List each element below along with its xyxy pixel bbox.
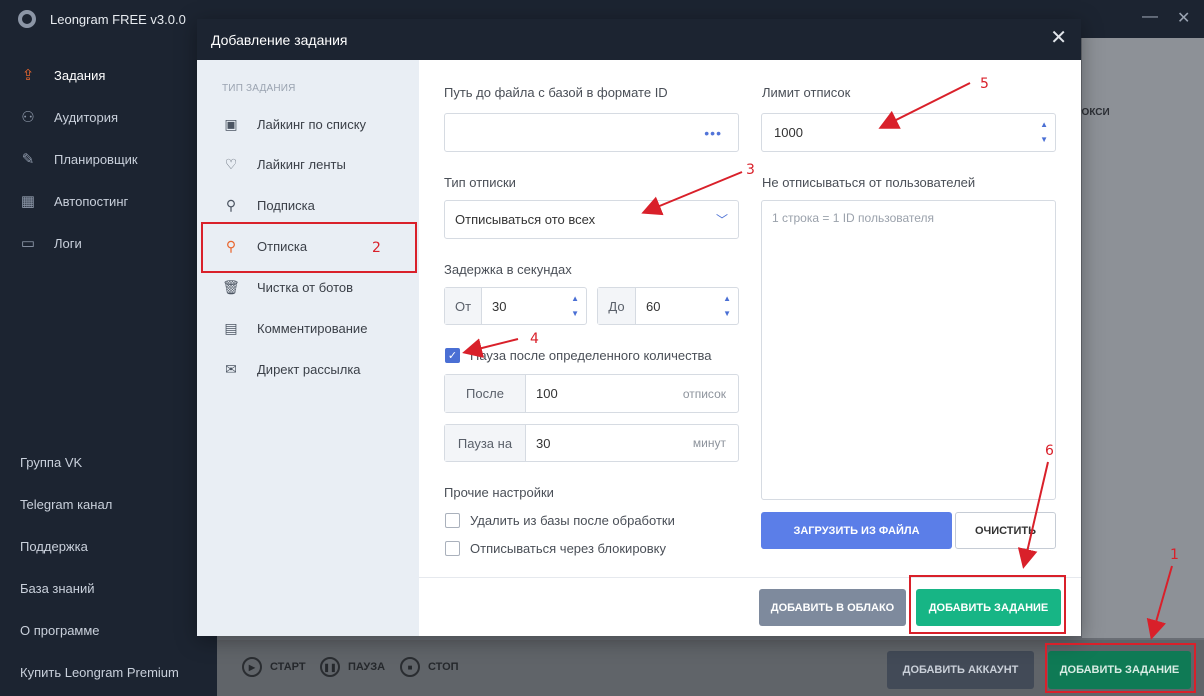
delay-to-input[interactable]: До 60 ▲ ▼	[597, 287, 739, 325]
pause-icon: ❚❚	[320, 657, 340, 677]
type-direct-mailing[interactable]: ✉ Директ рассылка	[222, 349, 360, 389]
nav-item-scheduler[interactable]: ✎ Планировщик	[0, 138, 217, 180]
link-about[interactable]: О программе	[20, 609, 179, 651]
app-sidebar: Leongram FREE v3.0.0 ⇪ Задания ⚇ Аудитория…	[0, 0, 217, 696]
annotation-number-3: 3	[746, 162, 755, 178]
app-title: Leongram FREE v3.0.0	[50, 11, 186, 27]
stop-icon: ■	[400, 657, 420, 677]
clear-button[interactable]: ОЧИСТИТЬ	[955, 512, 1056, 549]
stop-control[interactable]: ■ СТОП	[400, 657, 459, 677]
annotation-box-6	[909, 575, 1066, 634]
annotation-number-4: 4	[530, 331, 539, 347]
main-nav: ⇪ Задания ⚇ Аудитория ✎ Планировщик ▦ Автопо…	[0, 54, 217, 264]
type-bot-cleanup[interactable]: 🗑 Чистка от ботов	[222, 267, 353, 307]
task-type-panel: ТИП ЗАДАНИЯ ▣ Лайкинг по списку ♡ Лайкинг …	[197, 60, 419, 636]
dialog-title: Добавление задания	[211, 31, 348, 48]
play-icon: ▶	[242, 657, 262, 677]
unsub-type-label: Тип отписки	[444, 175, 516, 190]
pause-after-addon: После	[445, 375, 526, 412]
annotation-number-2: 2	[372, 240, 381, 256]
link-telegram[interactable]: Telegram канал	[20, 483, 179, 525]
like-feed-icon: ♡	[224, 155, 238, 172]
browse-dots-icon[interactable]: •••	[704, 125, 722, 141]
user-plus-icon: ⚲	[225, 196, 237, 213]
delay-from-input[interactable]: От 30 ▲ ▼	[444, 287, 587, 325]
type-commenting[interactable]: ▤ Комментирование	[222, 308, 367, 348]
app-title-bar: Leongram FREE v3.0.0	[0, 0, 217, 38]
folder-icon: ▭	[20, 235, 36, 252]
delay-to-addon: До	[598, 288, 636, 324]
pause-duration-input[interactable]: Пауза на 30 минут	[444, 424, 739, 462]
pause-duration-suffix: минут	[692, 436, 726, 450]
start-control[interactable]: ▶ СТАРТ	[242, 657, 306, 677]
main-content-visible	[1082, 38, 1204, 638]
block-unsub-checkbox[interactable]	[445, 541, 460, 556]
close-icon[interactable]: ✕	[1050, 28, 1067, 48]
delay-label: Задержка в секундах	[444, 262, 572, 277]
link-knowledge-base[interactable]: База знаний	[20, 567, 179, 609]
dialog-header: Добавление задания ✕	[197, 19, 1081, 60]
other-settings-label: Прочие настройки	[444, 485, 554, 500]
nav-item-audience[interactable]: ⚇ Аудитория	[0, 96, 217, 138]
load-from-file-button[interactable]: ЗАГРУЗИТЬ ИЗ ФАЙЛА	[761, 512, 952, 549]
pause-checkbox[interactable]: ✓	[445, 348, 460, 363]
edit-icon: ✎	[21, 151, 35, 168]
type-like-feed[interactable]: ♡ Лайкинг ленты	[222, 144, 346, 184]
comment-icon: ▤	[224, 319, 238, 336]
pause-after-input[interactable]: После 100 отписок	[444, 374, 739, 413]
minimize-icon[interactable]: —	[1142, 8, 1158, 26]
delay-from-addon: От	[445, 288, 482, 324]
task-type-heading: ТИП ЗАДАНИЯ	[222, 83, 296, 94]
mail-plus-icon: ✉	[225, 360, 237, 377]
file-path-input[interactable]: •••	[444, 113, 739, 152]
delete-after-checkbox[interactable]	[445, 513, 460, 528]
limit-input[interactable]: 1000 ▲ ▼	[761, 113, 1056, 152]
pause-control[interactable]: ❚❚ ПАУЗА	[320, 657, 385, 677]
tasks-icon: ⇪	[21, 67, 35, 84]
exclude-users-textarea[interactable]: 1 строка = 1 ID пользователя	[761, 200, 1056, 500]
link-vk-group[interactable]: Группа VK	[20, 441, 179, 483]
link-support[interactable]: Поддержка	[20, 525, 179, 567]
chevron-down-icon: ﹀	[715, 213, 728, 227]
type-like-list[interactable]: ▣ Лайкинг по списку	[222, 104, 366, 144]
spinner-icon[interactable]: ▲ ▼	[723, 291, 731, 321]
side-links: Группа VK Telegram канал Поддержка База …	[20, 441, 179, 693]
add-account-button[interactable]: ДОБАВИТЬ АККАУНТ	[887, 651, 1034, 689]
annotation-number-5: 5	[980, 76, 989, 92]
users-icon: ⚇	[21, 109, 35, 126]
spinner-icon[interactable]: ▲ ▼	[571, 291, 579, 321]
trash-icon: 🗑	[222, 278, 240, 295]
annotation-box-1	[1045, 643, 1196, 693]
pause-after-suffix: отписок	[682, 386, 726, 401]
nav-item-autoposting[interactable]: ▦ Автопостинг	[0, 180, 217, 222]
file-path-label: Путь до файла с базой в формате ID	[444, 85, 668, 100]
window-close-icon[interactable]: ✕	[1177, 8, 1190, 28]
pause-duration-addon: Пауза на	[445, 425, 526, 461]
nav-item-tasks[interactable]: ⇪ Задания	[0, 54, 217, 96]
link-buy-premium[interactable]: Купить Leongram Premium	[20, 651, 179, 693]
block-unsub-label: Отписываться через блокировку	[470, 541, 667, 556]
annotation-box-2	[201, 222, 417, 273]
annotation-number-1: 1	[1170, 547, 1179, 563]
delete-after-label: Удалить из базы после обработки	[470, 513, 675, 528]
annotation-number-6: 6	[1045, 443, 1054, 459]
type-follow[interactable]: ⚲ Подписка	[222, 185, 315, 225]
add-to-cloud-button[interactable]: ДОБАВИТЬ В ОБЛАКО	[759, 589, 906, 626]
calendar-icon: ▦	[20, 193, 36, 210]
nav-item-logs[interactable]: ▭ Логи	[0, 222, 217, 264]
exclude-users-label: Не отписываться от пользователей	[762, 175, 976, 190]
like-list-icon: ▣	[224, 115, 238, 132]
pause-checkbox-label: Пауза после определенного количества	[470, 348, 712, 363]
app-logo-icon	[18, 10, 36, 28]
add-task-dialog: Добавление задания ✕ ТИП ЗАДАНИЯ ▣ Лайкин…	[197, 19, 1081, 636]
limit-label: Лимит отписок	[762, 85, 851, 100]
spinner-icon[interactable]: ▲ ▼	[1040, 117, 1048, 147]
unsub-type-select[interactable]: Отписываться ото всех ﹀	[444, 200, 739, 239]
